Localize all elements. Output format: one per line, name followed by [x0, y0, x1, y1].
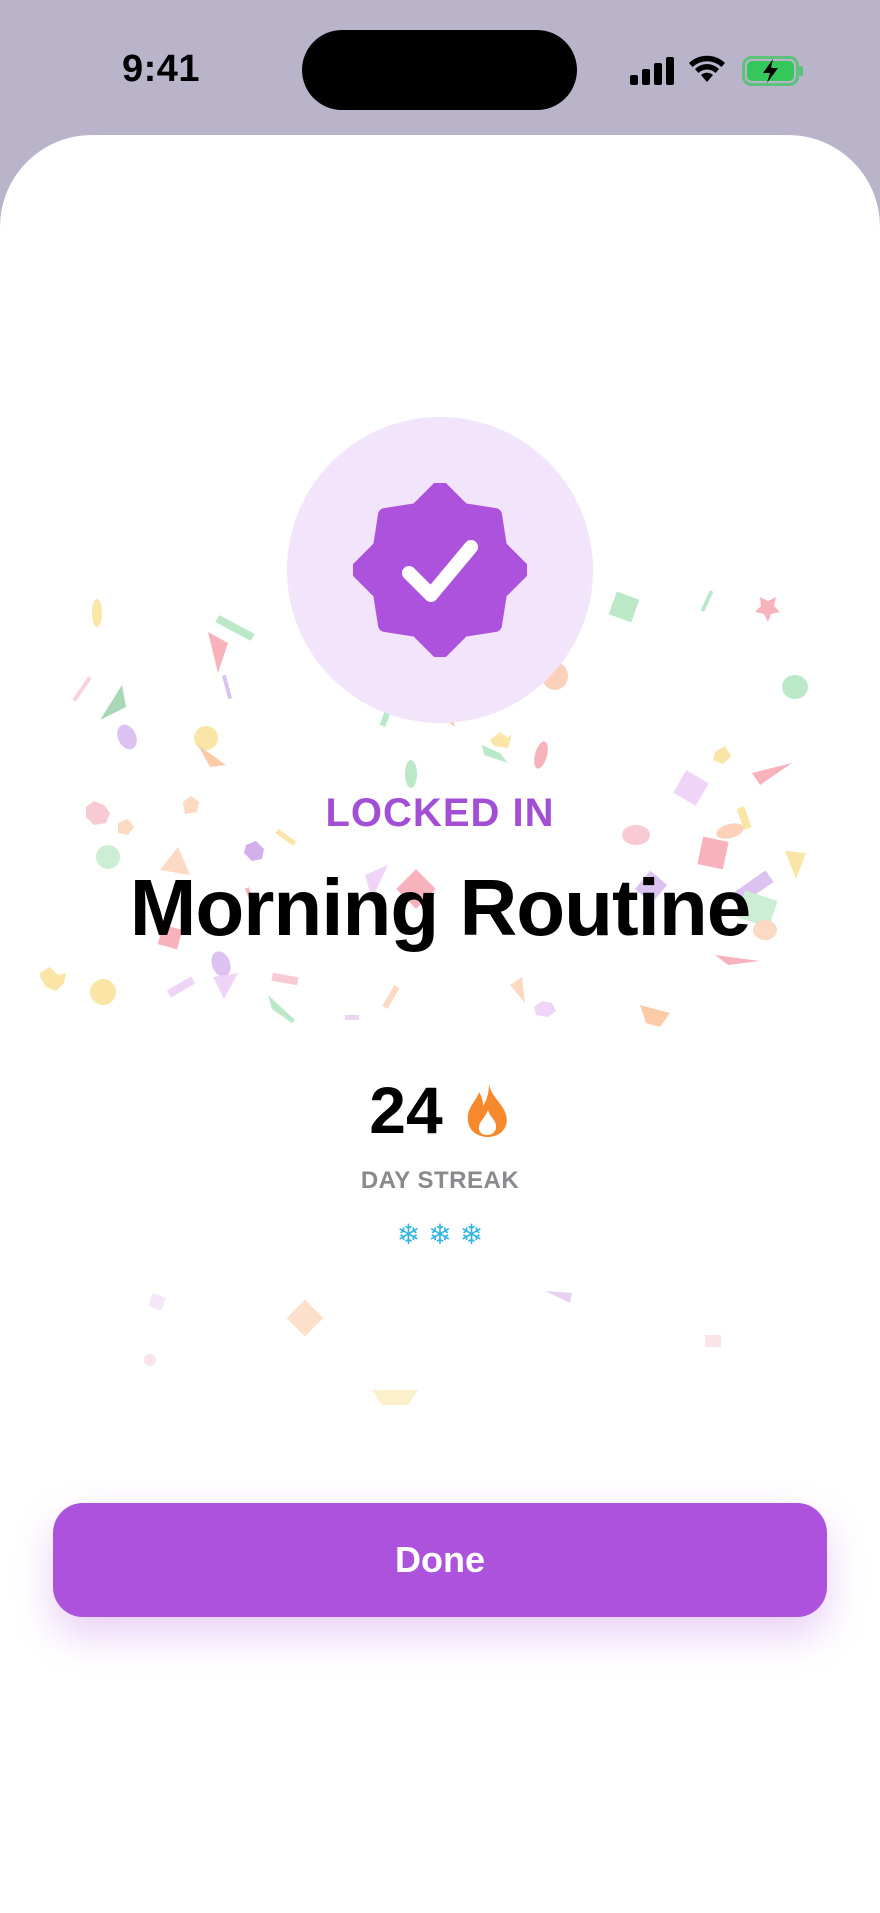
- confetti-overlay: [40, 570, 808, 1405]
- battery-charging-icon: [742, 56, 803, 86]
- streak-row: 24: [0, 1070, 880, 1150]
- verified-badge-check-icon: [353, 483, 527, 657]
- streak-freezes: ❄ ❄ ❄: [0, 1215, 880, 1255]
- status-bar: 9:41: [0, 0, 880, 135]
- flame-icon: [467, 1084, 507, 1137]
- locked-in-label: LOCKED IN: [325, 791, 555, 835]
- day-streak-label: DAY STREAK: [360, 1167, 520, 1194]
- completion-sheet: LOCKED IN Morning Routine 24 DAY STREAK …: [0, 135, 880, 1913]
- snowflake-icon: ❄: [459, 1218, 484, 1251]
- signal-icon: [630, 57, 674, 85]
- streak-count: 24: [369, 1073, 443, 1147]
- snowflake-icon: ❄: [396, 1218, 421, 1251]
- done-button[interactable]: Done: [53, 1503, 827, 1617]
- snowflake-icon: ❄: [428, 1218, 452, 1251]
- status-time: 9:41: [122, 48, 201, 90]
- done-button-label: Done: [395, 1539, 485, 1580]
- dynamic-island: [302, 30, 577, 110]
- habit-title: Morning Routine: [129, 863, 751, 952]
- phone-screen: 9:41 LOCKED IN Morning Routine 24 DAY ST…: [0, 0, 880, 1913]
- wifi-icon: [689, 55, 725, 82]
